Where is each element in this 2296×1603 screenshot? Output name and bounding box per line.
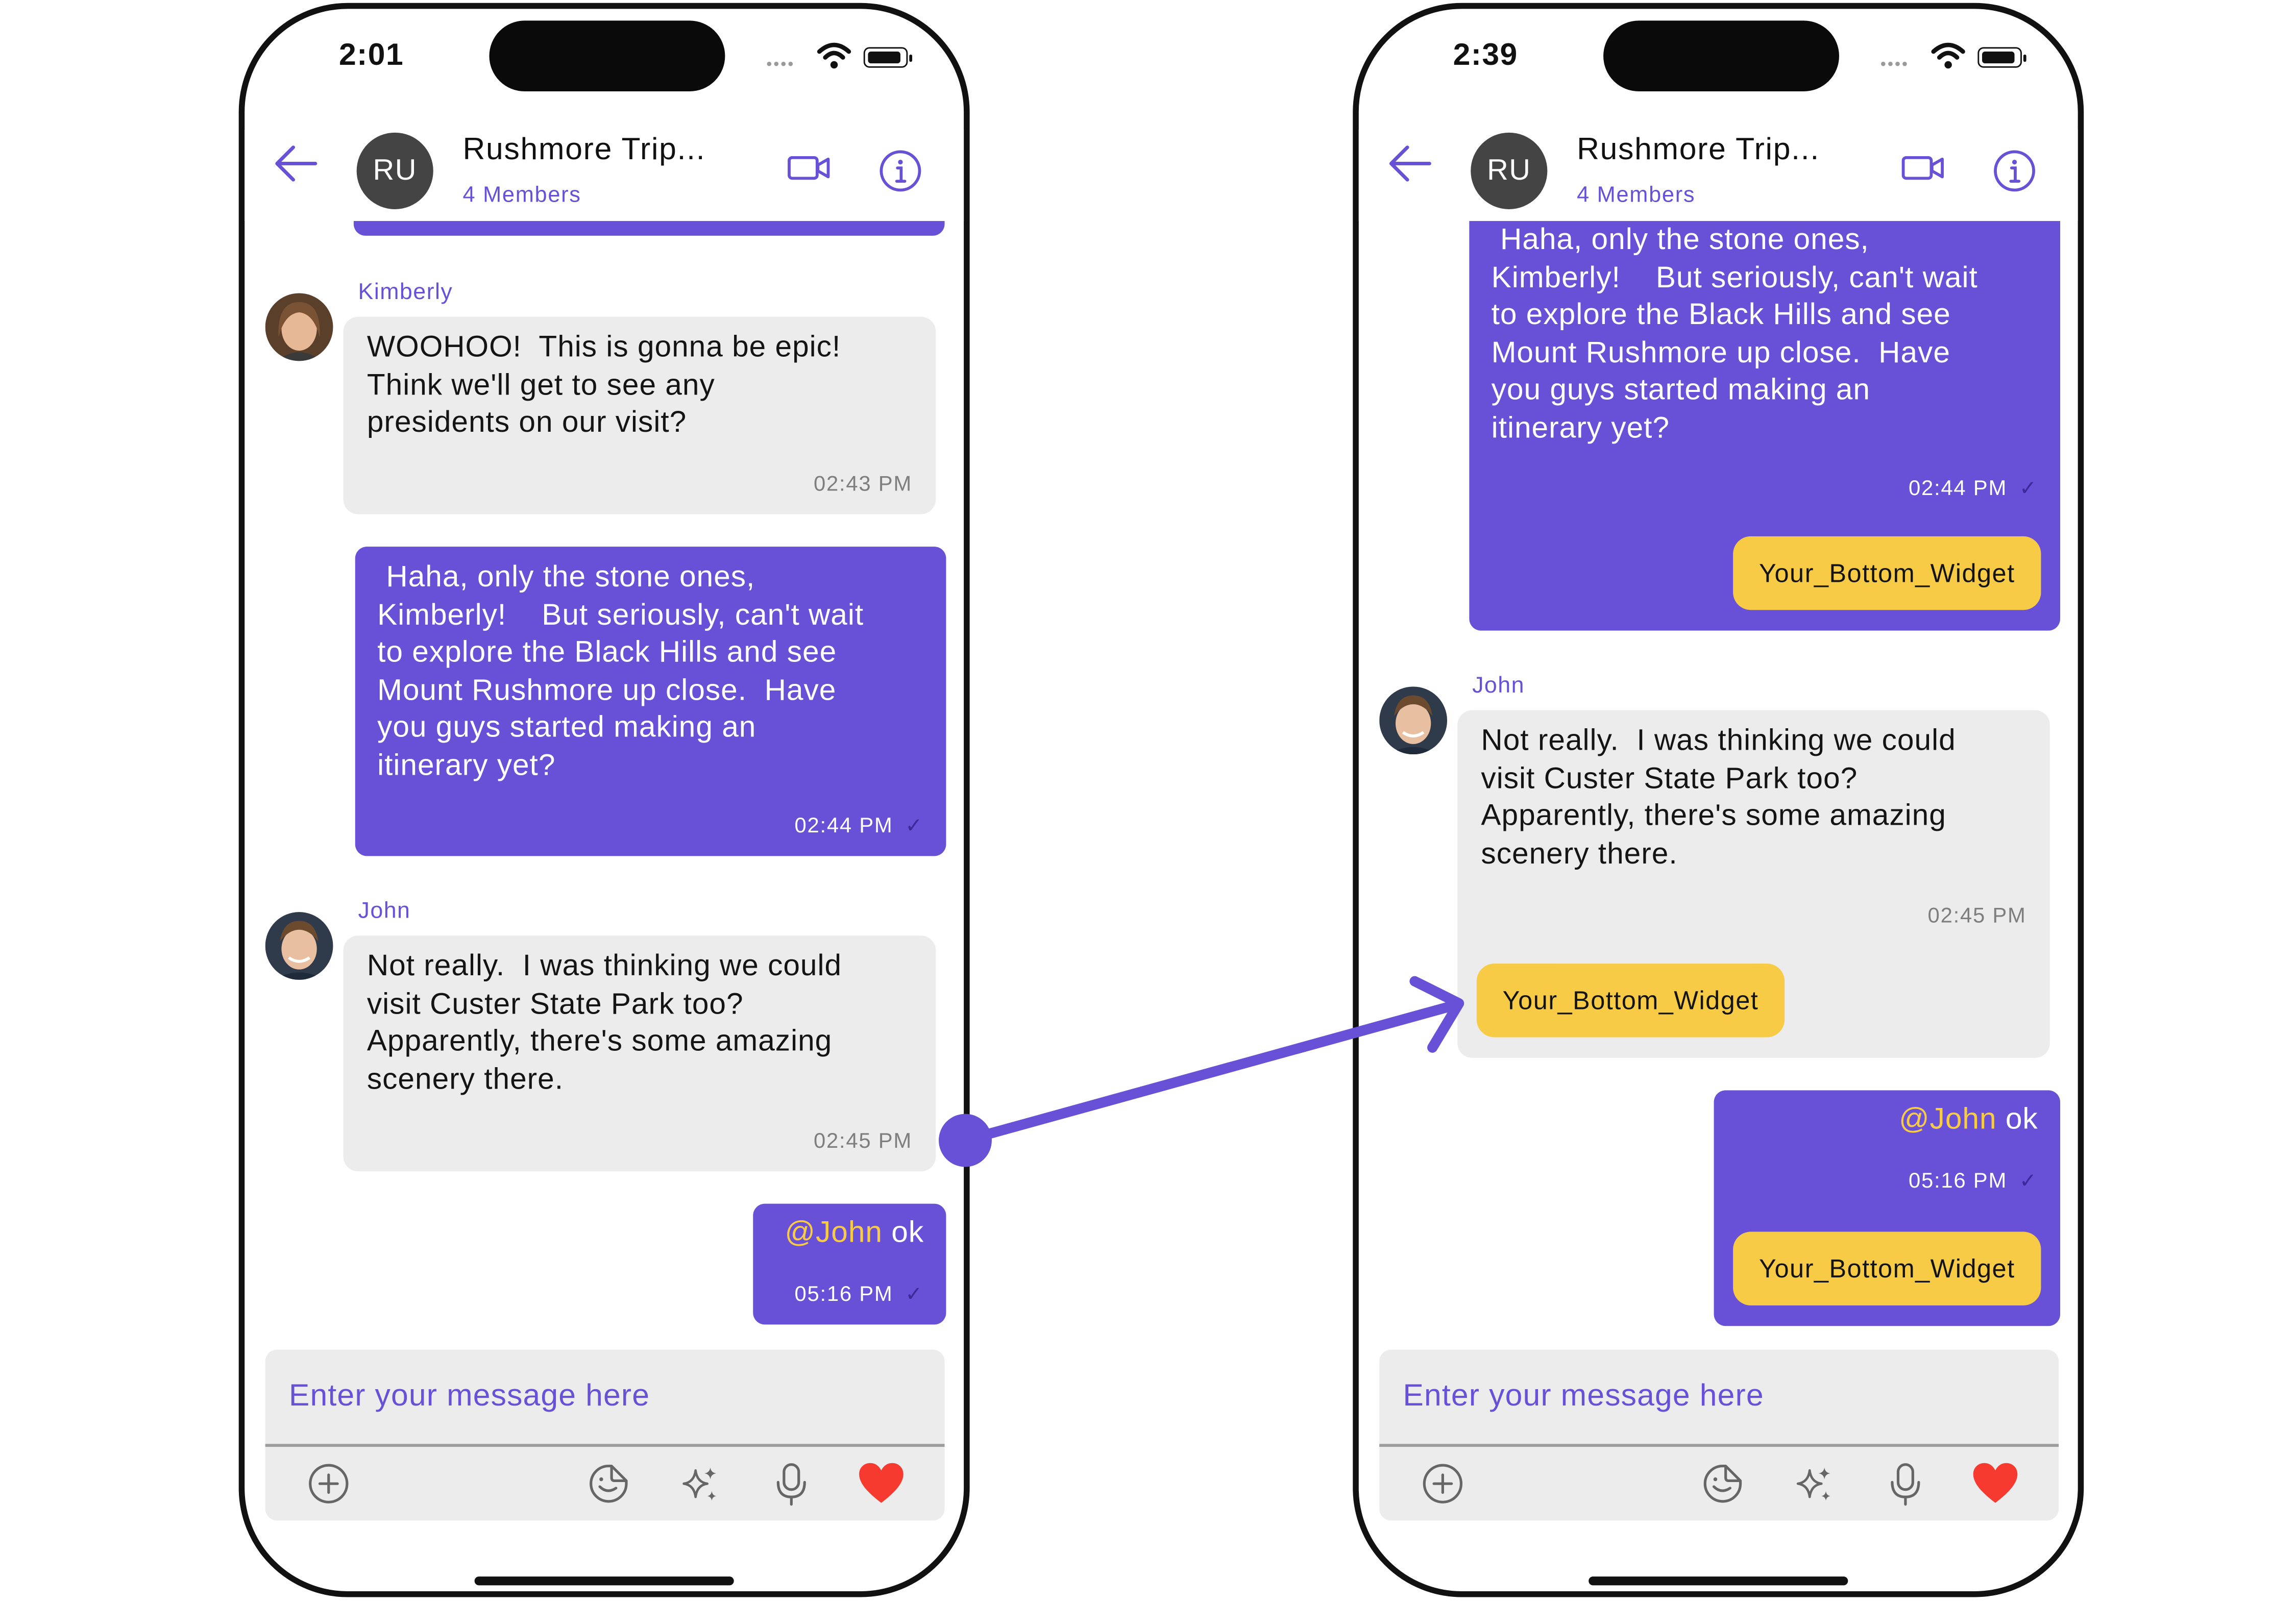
- read-receipt-icon: ✓: [2019, 476, 2037, 500]
- john-avatar[interactable]: [1379, 686, 1448, 755]
- message-text: @John ok: [785, 1216, 924, 1253]
- microphone-icon[interactable]: [769, 1462, 814, 1506]
- add-icon[interactable]: [1421, 1462, 1465, 1506]
- heart-icon[interactable]: [858, 1462, 905, 1506]
- message-composer: Enter your message here: [265, 1349, 945, 1521]
- message-time: 02:45 PM: [1927, 904, 2026, 928]
- sticker-icon[interactable]: [1701, 1462, 1745, 1506]
- message-bubble-mine[interactable]: Haha, only the stone ones, Kimberly! But…: [355, 547, 946, 856]
- message-time: 05:16 PM: [1909, 1170, 2008, 1194]
- message-list[interactable]: Kimberly WOOHOO! This is gonna be epic! …: [245, 221, 964, 1338]
- previous-message-edge: [353, 221, 945, 236]
- status-icons: ••••: [1880, 41, 2034, 74]
- composer-divider: [1379, 1444, 2059, 1446]
- mention[interactable]: @John: [785, 1217, 883, 1250]
- message-bubble-mine-short[interactable]: @John ok 05:16 PM ✓: [753, 1203, 946, 1325]
- ai-sparkle-icon[interactable]: [1792, 1462, 1837, 1506]
- member-count: 4 Members: [1577, 182, 1696, 208]
- video-call-icon[interactable]: [1901, 153, 1945, 183]
- signal-icon: ••••: [1880, 56, 1909, 74]
- message-time: 05:16 PM: [794, 1283, 893, 1307]
- home-indicator: [1589, 1576, 1848, 1586]
- sender-name: John: [1472, 673, 1525, 699]
- sticker-icon[interactable]: [587, 1462, 631, 1506]
- kimberly-avatar[interactable]: [265, 293, 333, 361]
- dynamic-island: [1603, 20, 1839, 91]
- bottom-widget[interactable]: Your_Bottom_Widget: [1733, 536, 2041, 610]
- wifi-icon: [1931, 42, 1965, 69]
- message-text: @John ok: [1899, 1102, 2038, 1140]
- message-time: 02:44 PM: [1909, 477, 2008, 501]
- john-avatar[interactable]: [265, 912, 333, 980]
- info-icon[interactable]: [1992, 149, 2037, 193]
- info-icon[interactable]: [878, 149, 923, 193]
- message-bubble-mine[interactable]: Haha, only the stone ones, Kimberly! But…: [1469, 221, 2061, 631]
- message-text: WOOHOO! This is gonna be epic! Think we'…: [367, 331, 841, 439]
- back-arrow-icon[interactable]: [271, 138, 321, 188]
- bottom-widget[interactable]: Your_Bottom_Widget: [1476, 964, 1785, 1038]
- wifi-icon: [817, 42, 851, 69]
- read-receipt-icon: ✓: [905, 1281, 923, 1305]
- status-time: 2:39: [1453, 38, 1518, 72]
- message-bubble-john[interactable]: Not really. I was thinking we could visi…: [343, 935, 936, 1172]
- mention[interactable]: @John: [1899, 1103, 1996, 1136]
- message-bubble-john[interactable]: Not really. I was thinking we could visi…: [1457, 710, 2050, 1058]
- status-icons: ••••: [766, 41, 919, 74]
- message-text-body: ok: [882, 1217, 924, 1250]
- message-text-body: ok: [1996, 1103, 2038, 1136]
- home-indicator: [474, 1576, 734, 1586]
- read-receipt-icon: ✓: [2019, 1168, 2037, 1192]
- bottom-widget[interactable]: Your_Bottom_Widget: [1733, 1231, 2041, 1305]
- battery-icon: [863, 47, 913, 68]
- dynamic-island: [489, 20, 725, 91]
- heart-icon[interactable]: [1972, 1462, 2019, 1506]
- message-bubble-kimberly[interactable]: WOOHOO! This is gonna be epic! Think we'…: [343, 316, 936, 514]
- message-input[interactable]: Enter your message here: [1403, 1379, 1764, 1414]
- message-text: Not really. I was thinking we could visi…: [367, 950, 842, 1096]
- message-text: Haha, only the stone ones, Kimberly! But…: [377, 561, 864, 782]
- read-receipt-icon: ✓: [905, 813, 923, 837]
- sender-name: John: [358, 899, 411, 924]
- chat-header: RU Rushmore Trip... 4 Members: [245, 130, 964, 221]
- message-time: 02:44 PM: [794, 815, 893, 839]
- back-arrow-icon[interactable]: [1385, 138, 1435, 188]
- composer-divider: [265, 1444, 945, 1446]
- member-count: 4 Members: [462, 182, 581, 208]
- sender-name: Kimberly: [358, 280, 453, 305]
- group-avatar[interactable]: RU: [1471, 132, 1548, 209]
- chat-header: RU Rushmore Trip... 4 Members: [1358, 130, 2078, 221]
- message-list[interactable]: Haha, only the stone ones, Kimberly! But…: [1359, 221, 2078, 1338]
- message-input[interactable]: Enter your message here: [289, 1379, 650, 1414]
- battery-icon: [1977, 47, 2026, 68]
- signal-icon: ••••: [766, 56, 795, 74]
- message-composer: Enter your message here: [1379, 1349, 2059, 1521]
- message-text: Haha, only the stone ones, Kimberly! But…: [1491, 224, 1978, 445]
- add-icon[interactable]: [306, 1462, 351, 1506]
- ai-sparkle-icon[interactable]: [678, 1462, 722, 1506]
- group-name: Rushmore Trip...: [462, 132, 706, 167]
- message-time: 02:43 PM: [813, 473, 913, 497]
- phone-left: 2:01 •••• RU Rushmore Trip... 4 Members: [238, 3, 970, 1597]
- message-bubble-mine-short[interactable]: @John ok 05:16 PM ✓ Your_Bottom_Widget: [1714, 1090, 2061, 1326]
- video-call-icon[interactable]: [787, 153, 832, 183]
- status-time: 2:01: [339, 38, 404, 72]
- group-avatar[interactable]: RU: [356, 132, 433, 209]
- microphone-icon[interactable]: [1884, 1462, 1928, 1506]
- group-name: Rushmore Trip...: [1577, 132, 1820, 167]
- message-time: 02:45 PM: [813, 1130, 913, 1154]
- message-text: Not really. I was thinking we could visi…: [1481, 725, 1956, 871]
- phone-right: 2:39 •••• RU Rushmore Trip... 4 Members: [1353, 3, 2084, 1597]
- comparison-canvas: 2:01 •••• RU Rushmore Trip... 4 Members: [0, 0, 2296, 1603]
